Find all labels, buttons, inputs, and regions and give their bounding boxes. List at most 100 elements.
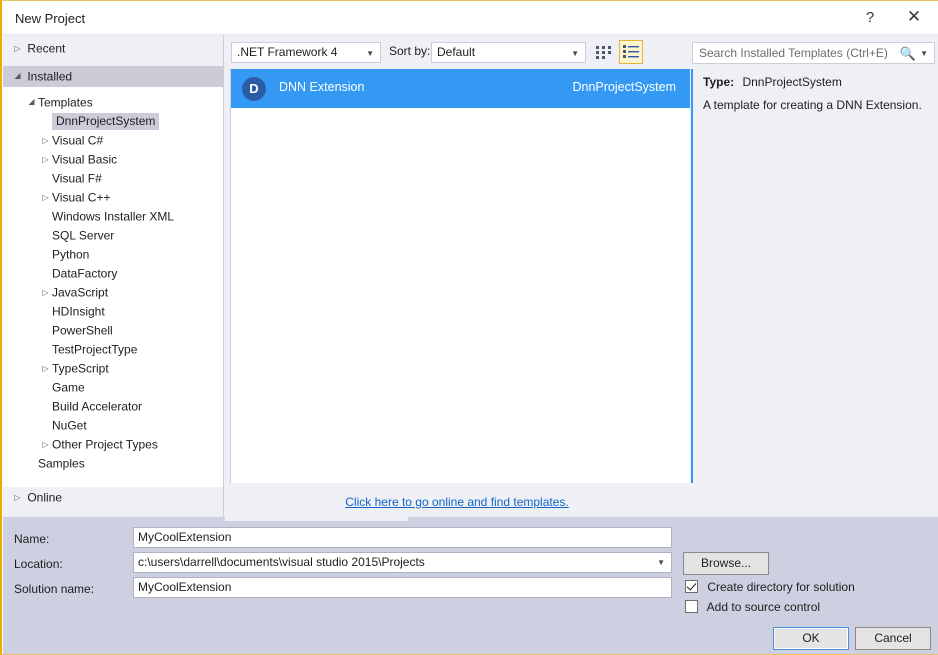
location-field[interactable]: c:\users\darrell\documents\visual studio… — [133, 552, 672, 573]
sidebar-item-testprojecttype[interactable]: TestProjectType — [3, 340, 223, 359]
sidebar-item-label: TypeScript — [52, 361, 109, 375]
sidebar-item-online[interactable]: Online — [3, 487, 223, 508]
list-item[interactable]: D DNN Extension DnnProjectSystem — [231, 69, 690, 108]
sidebar-item-label: JavaScript — [52, 285, 108, 299]
sidebar-item-label: HDInsight — [52, 304, 105, 318]
framework-select-value: .NET Framework 4 — [237, 45, 337, 59]
checkbox-check-icon — [685, 580, 698, 593]
chevron-right-icon — [11, 487, 24, 508]
tree-scroll-area: Templates DnnProjectSystem Visual C# Visual… — [3, 87, 223, 487]
sidebar-item-label: Python — [52, 247, 89, 261]
templates-tree-panel: Templates DnnProjectSystem Visual C# Visual… — [3, 35, 224, 517]
source-control-label: Add to source control — [707, 600, 820, 614]
browse-button[interactable]: Browse... — [683, 552, 769, 575]
details-description: A template for creating a DNN Extension. — [703, 97, 933, 113]
sidebar-item-visual-f-[interactable]: Visual F# — [3, 169, 223, 188]
sidebar-item-label: TestProjectType — [52, 342, 137, 356]
sidebar-item-installed[interactable]: Installed — [3, 66, 223, 87]
sidebar-item-label: Recent — [27, 41, 65, 55]
sidebar-item-label: Templates — [38, 95, 93, 109]
sidebar-item-other-project-types[interactable]: Other Project Types — [3, 435, 223, 454]
help-icon[interactable]: ? — [848, 1, 892, 33]
search-icon: 🔍 — [900, 46, 916, 62]
details-type-row: Type: DnnProjectSystem — [703, 75, 842, 89]
sort-by-select-value: Default — [437, 45, 475, 59]
sidebar-item-label: Windows Installer XML — [52, 209, 174, 223]
sidebar-item-samples[interactable]: Samples — [3, 454, 223, 473]
details-type-label: Type: — [703, 75, 734, 89]
details-type-value: DnnProjectSystem — [742, 75, 841, 89]
sidebar-item-label: Installed — [27, 69, 72, 83]
sort-by-label: Sort by: — [389, 44, 430, 58]
chevron-down-icon — [11, 66, 24, 87]
sidebar-item-label: Visual Basic — [52, 152, 117, 166]
new-project-dialog: New Project ? ✕ Templates DnnProjectSyste… — [0, 0, 938, 655]
sidebar-item-visual-c-[interactable]: Visual C# — [3, 131, 223, 150]
sidebar-item-label: SQL Server — [52, 228, 114, 242]
sidebar-item-templates[interactable]: Templates — [3, 93, 223, 112]
ok-button[interactable]: OK — [773, 627, 849, 650]
close-icon[interactable]: ✕ — [892, 1, 936, 33]
solution-name-label: Solution name: — [14, 582, 94, 596]
details-body: Type: DnnProjectSystem A template for cr… — [691, 69, 938, 483]
sidebar-item-visual-basic[interactable]: Visual Basic — [3, 150, 223, 169]
sidebar-item-label: Visual C# — [52, 133, 103, 147]
page-title: New Project — [15, 11, 85, 26]
template-details-panel: Search Installed Templates (Ctrl+E) 🔍 ▼ … — [690, 35, 938, 517]
sidebar-item-label: Game — [52, 380, 85, 394]
tiles-view-icon[interactable] — [592, 40, 616, 64]
template-origin: DnnProjectSystem — [572, 80, 676, 94]
sidebar-item-label: Online — [27, 490, 62, 504]
chevron-right-icon — [39, 131, 52, 150]
sidebar-item-visual-c-[interactable]: Visual C++ — [3, 188, 223, 207]
templates-tree: Templates DnnProjectSystem Visual C# Visual… — [3, 93, 223, 473]
template-list[interactable]: D DNN Extension DnnProjectSystem — [230, 69, 690, 483]
sidebar-item-datafactory[interactable]: DataFactory — [3, 264, 223, 283]
sidebar-item-windows-installer-xml[interactable]: Windows Installer XML — [3, 207, 223, 226]
chevron-right-icon — [39, 359, 52, 378]
sidebar-item-label: NuGet — [52, 418, 87, 432]
chevron-down-icon: ▼ — [366, 43, 374, 64]
chevron-right-icon — [39, 435, 52, 454]
create-directory-checkbox[interactable]: Create directory for solution — [685, 580, 855, 594]
sidebar-item-label: PowerShell — [52, 323, 113, 337]
sidebar-item-build-accelerator[interactable]: Build Accelerator — [3, 397, 223, 416]
chevron-right-icon — [39, 188, 52, 207]
templates-list-panel: .NET Framework 4 ▼ Sort by: Default ▼ — [224, 35, 690, 517]
sidebar-item-nuget[interactable]: NuGet — [3, 416, 223, 435]
templates-toolbar: .NET Framework 4 ▼ Sort by: Default ▼ — [224, 35, 690, 69]
dnn-logo-icon: D — [242, 77, 266, 101]
chevron-right-icon — [39, 150, 52, 169]
sidebar-item-game[interactable]: Game — [3, 378, 223, 397]
title-bar: New Project ? ✕ — [2, 1, 938, 35]
chevron-down-icon — [25, 93, 38, 112]
source-control-checkbox[interactable]: Add to source control — [685, 600, 820, 614]
go-online-link[interactable]: Click here to go online and find templat… — [224, 495, 690, 509]
sidebar-item-label: DnnProjectSystem — [52, 113, 159, 130]
search-input[interactable]: Search Installed Templates (Ctrl+E) 🔍 ▼ — [692, 42, 935, 64]
sidebar-item-powershell[interactable]: PowerShell — [3, 321, 223, 340]
sidebar-item-python[interactable]: Python — [3, 245, 223, 264]
chevron-right-icon — [11, 39, 24, 58]
sidebar-item-label: Other Project Types — [52, 437, 158, 451]
name-field[interactable]: MyCoolExtension — [133, 527, 672, 548]
list-view-icon[interactable] — [619, 40, 643, 64]
sidebar-item-label: DataFactory — [52, 266, 117, 280]
sidebar-item-label: Build Accelerator — [52, 399, 142, 413]
sidebar-item-label: Visual F# — [52, 171, 102, 185]
sidebar-item-recent[interactable]: Recent — [3, 39, 223, 58]
sidebar-item-hdinsight[interactable]: HDInsight — [3, 302, 223, 321]
location-field-value: c:\users\darrell\documents\visual studio… — [138, 555, 425, 569]
cancel-button[interactable]: Cancel — [855, 627, 931, 650]
create-directory-label: Create directory for solution — [707, 580, 854, 594]
sidebar-item-sql-server[interactable]: SQL Server — [3, 226, 223, 245]
sidebar-item-label: Visual C++ — [52, 190, 110, 204]
location-label: Location: — [14, 557, 63, 571]
template-name: DNN Extension — [279, 80, 364, 94]
sidebar-item-typescript[interactable]: TypeScript — [3, 359, 223, 378]
solution-name-field[interactable]: MyCoolExtension — [133, 577, 672, 598]
sidebar-item-javascript[interactable]: JavaScript — [3, 283, 223, 302]
sidebar-item-dnnprojectsystem[interactable]: DnnProjectSystem — [3, 112, 223, 131]
sort-by-select[interactable]: Default ▼ — [431, 42, 586, 63]
framework-select[interactable]: .NET Framework 4 ▼ — [231, 42, 381, 63]
